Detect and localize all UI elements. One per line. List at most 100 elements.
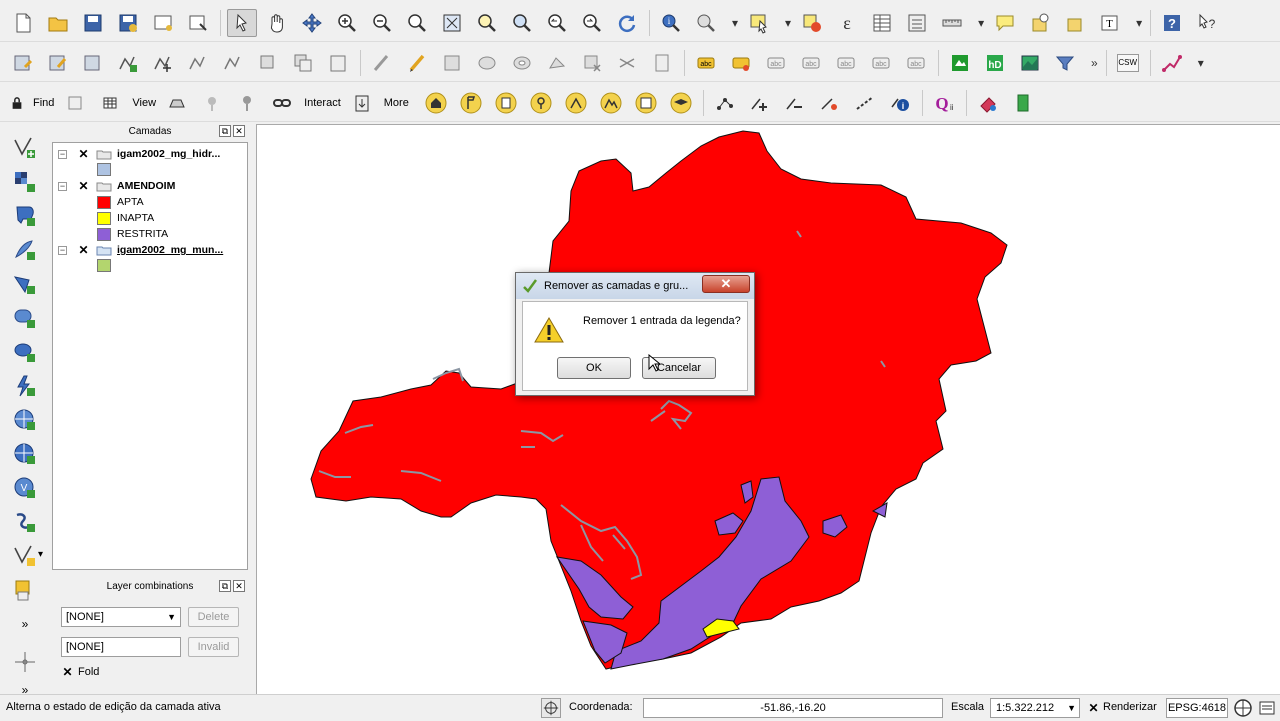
pan-to-selection-icon[interactable] — [297, 9, 327, 37]
zoom-out-icon[interactable] — [367, 9, 397, 37]
save-as-icon[interactable] — [113, 9, 143, 37]
remove-vertex-icon[interactable] — [780, 89, 810, 117]
add-db2-icon[interactable] — [10, 338, 40, 366]
combination-select[interactable]: [NONE] ▼ — [61, 607, 181, 627]
delete-combination-button[interactable]: Delete — [188, 607, 239, 627]
zoom-native-icon[interactable] — [402, 9, 432, 37]
close-panel-icon[interactable]: ✕ — [233, 580, 245, 592]
add-ring-icon[interactable] — [507, 49, 537, 77]
field-calculator-icon[interactable] — [902, 9, 932, 37]
collapse-icon[interactable]: − — [58, 182, 67, 191]
label-pin-icon[interactable] — [726, 49, 756, 77]
label-move-icon[interactable]: abc — [831, 49, 861, 77]
measure-icon[interactable] — [937, 9, 967, 37]
split-features-icon[interactable] — [612, 49, 642, 77]
new-vector-layer-icon[interactable] — [10, 542, 40, 570]
expression-select-icon[interactable]: ε — [832, 9, 862, 37]
dialog-titlebar[interactable]: Remover as camadas e gru... ✕ — [516, 273, 754, 299]
add-vector-layer-icon[interactable] — [10, 134, 40, 162]
query-icon[interactable]: Qii — [929, 89, 959, 117]
chevron-down-icon[interactable]: ▾ — [785, 16, 791, 30]
chevron-down-icon[interactable]: ▾ — [1198, 56, 1204, 70]
label-rotate-icon[interactable]: abc — [866, 49, 896, 77]
ok-button[interactable]: OK — [557, 357, 631, 379]
add-postgis-icon[interactable] — [10, 202, 40, 230]
pin-icon[interactable] — [232, 89, 262, 117]
float-panel-icon[interactable]: ⧉ — [219, 125, 231, 137]
graduation-icon[interactable] — [666, 89, 696, 117]
person-icon[interactable] — [561, 89, 591, 117]
action-icon[interactable] — [691, 9, 721, 37]
text-annotation-icon[interactable]: T — [1095, 9, 1125, 37]
find-icon[interactable] — [60, 89, 90, 117]
fold-checkbox[interactable]: ✕ — [62, 666, 73, 678]
deselect-icon[interactable] — [797, 9, 827, 37]
merge-features-icon[interactable] — [647, 49, 677, 77]
zoom-full-icon[interactable] — [437, 9, 467, 37]
interact-icon[interactable] — [347, 89, 377, 117]
pan-hand-icon[interactable] — [262, 9, 292, 37]
dialog-close-button[interactable]: ✕ — [702, 275, 750, 293]
invalid-combination-button[interactable]: Invalid — [188, 637, 239, 657]
add-wfs-layer-icon[interactable]: V — [10, 474, 40, 502]
lock-icon[interactable] — [8, 89, 26, 117]
scale-combo[interactable]: 1:5.322.212 ▼ — [990, 698, 1080, 718]
zoom-to-layer-icon[interactable] — [507, 9, 537, 37]
green-bar-icon[interactable] — [1008, 89, 1038, 117]
add-filter-icon[interactable] — [1050, 49, 1080, 77]
layer-item-municipios[interactable]: − ✕ igam2002_mg_mun... — [53, 243, 247, 259]
add-mssql-icon[interactable] — [10, 270, 40, 298]
layer-item-hidrografia[interactable]: − ✕ igam2002_mg_hidr... — [53, 147, 247, 163]
layer-visibility-checkbox[interactable]: ✕ — [78, 180, 89, 192]
combination-name-field[interactable]: [NONE] — [61, 637, 181, 657]
composer-manager-icon[interactable] — [183, 9, 213, 37]
attribute-table-icon[interactable] — [867, 9, 897, 37]
render-checkbox[interactable]: ✕ — [1088, 702, 1099, 714]
toggle-editing-icon[interactable] — [43, 49, 73, 77]
simplify-icon[interactable] — [472, 49, 502, 77]
chevron-down-icon[interactable]: ▾ — [978, 16, 984, 30]
crs-globe-icon[interactable] — [1233, 698, 1253, 718]
identify-icon[interactable]: i — [656, 9, 686, 37]
chevron-down-icon[interactable]: ▾ — [38, 549, 43, 560]
label-change-icon[interactable]: abc — [901, 49, 931, 77]
add-raster-layer-icon[interactable] — [10, 168, 40, 196]
more-label[interactable]: More — [384, 97, 409, 109]
chevron-down-icon[interactable]: ▾ — [732, 16, 738, 30]
new-project-icon[interactable] — [8, 9, 38, 37]
messages-icon[interactable] — [1257, 698, 1277, 718]
expand-down-icon[interactable]: » — [10, 610, 40, 638]
copy-features-icon[interactable] — [288, 49, 318, 77]
grid-icon[interactable] — [95, 89, 125, 117]
add-vertex-icon[interactable] — [745, 89, 775, 117]
cut-features-icon[interactable] — [253, 49, 283, 77]
delete-selected-icon[interactable] — [218, 49, 248, 77]
open-project-icon[interactable] — [43, 9, 73, 37]
label-layer-icon[interactable]: abc — [691, 49, 721, 77]
current-edits-icon[interactable] — [8, 49, 38, 77]
zoom-last-icon[interactable] — [542, 9, 572, 37]
marker-icon[interactable] — [197, 89, 227, 117]
add-part-icon[interactable] — [542, 49, 572, 77]
undo-save-icon[interactable] — [437, 49, 467, 77]
dash-line-icon[interactable] — [850, 89, 880, 117]
save-project-icon[interactable] — [78, 9, 108, 37]
flag-icon[interactable] — [456, 89, 486, 117]
layer-visibility-checkbox[interactable]: ✕ — [78, 148, 89, 160]
csw-button[interactable]: CSW — [1113, 49, 1143, 77]
link-icon[interactable] — [267, 89, 297, 117]
map-canvas[interactable] — [256, 124, 1280, 694]
add-wms-icon[interactable] — [945, 49, 975, 77]
add-node-icon[interactable] — [710, 89, 740, 117]
toggle-extents-icon[interactable] — [541, 698, 561, 718]
node-tool-icon[interactable] — [183, 49, 213, 77]
chevron-down-icon[interactable]: ▾ — [1136, 16, 1142, 30]
digitize-icon[interactable] — [367, 49, 397, 77]
refresh-icon[interactable] — [612, 9, 642, 37]
delete-ring-icon[interactable] — [577, 49, 607, 77]
page-icon[interactable] — [491, 89, 521, 117]
new-print-composer-icon[interactable] — [148, 9, 178, 37]
coordinate-field[interactable]: -51.86,-16.20 — [643, 698, 943, 718]
label-highlight-icon[interactable]: abc — [761, 49, 791, 77]
more-toolbar-chevron[interactable]: » — [1091, 56, 1098, 70]
